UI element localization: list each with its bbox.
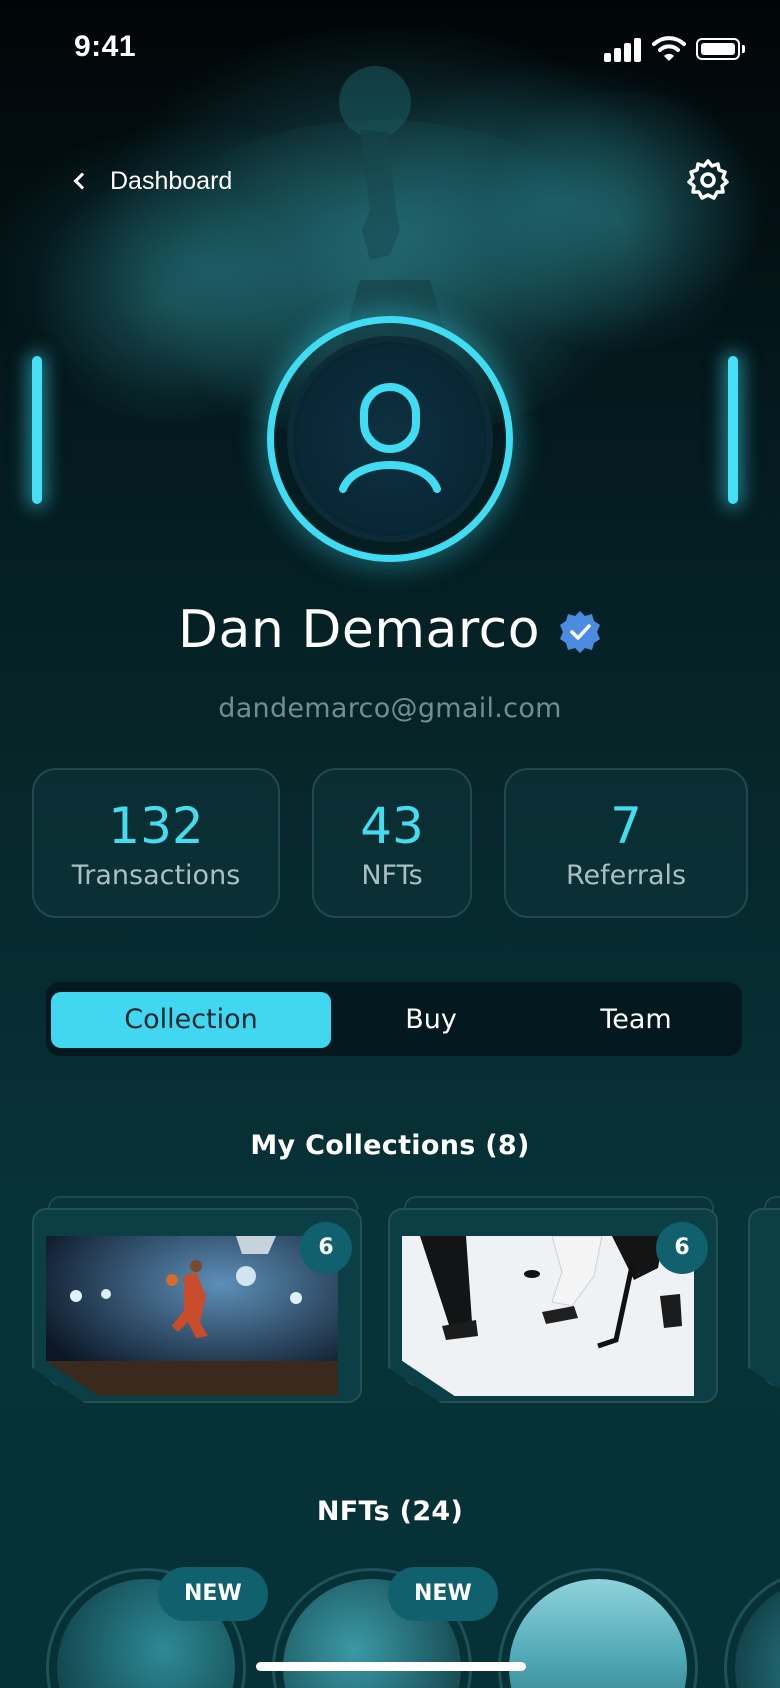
- collection-count-badge: 6: [656, 1222, 708, 1274]
- verified-badge-icon: [560, 611, 601, 653]
- glow-bar-left: [32, 356, 42, 504]
- profile-name: Dan Demarco: [177, 600, 541, 660]
- new-badge: NEW: [388, 1567, 498, 1621]
- collection-card[interactable]: 6: [32, 1196, 362, 1411]
- tab-collection[interactable]: Collection: [51, 992, 331, 1048]
- stat-nfts[interactable]: 43 NFTs: [312, 768, 472, 918]
- stat-label: Transactions: [71, 860, 241, 891]
- settings-gear-icon[interactable]: [686, 158, 730, 202]
- home-indicator[interactable]: [256, 1662, 526, 1671]
- nft-image: [509, 1579, 687, 1688]
- avatar-inner-ring: [287, 336, 493, 542]
- back-label: Dashboard: [110, 166, 233, 195]
- stat-value: 7: [610, 797, 642, 855]
- battery-icon: [696, 38, 745, 60]
- profile-name-row: Dan Demarco: [0, 600, 780, 660]
- glow-bar-right: [728, 356, 738, 504]
- ice-hockey-image: [402, 1236, 694, 1396]
- basketball-dunk-image: [46, 1236, 338, 1396]
- nfts-title: NFTs (24): [316, 1496, 464, 1527]
- stat-value: 43: [360, 797, 424, 855]
- user-icon: [339, 383, 441, 493]
- smoke-cloud: [20, 180, 320, 420]
- new-badge: NEW: [158, 1567, 268, 1621]
- stat-transactions[interactable]: 132 Transactions: [32, 768, 280, 918]
- stat-label: NFTs: [361, 860, 423, 891]
- stat-value: 132: [108, 797, 204, 855]
- collection-card[interactable]: [748, 1196, 780, 1411]
- profile-email: dandemarco@gmail.com: [218, 693, 562, 724]
- smoke-cloud: [470, 90, 770, 350]
- avatar[interactable]: [267, 316, 513, 562]
- athlete-silhouette: [339, 66, 450, 350]
- collection-card[interactable]: 6: [388, 1196, 718, 1411]
- collections-title: My Collections (8): [250, 1130, 530, 1161]
- collection-count-badge: 6: [300, 1222, 352, 1274]
- stat-label: Referrals: [565, 860, 687, 891]
- nft-item[interactable]: [724, 1568, 780, 1688]
- wifi-icon: [652, 36, 686, 61]
- card-frame: [748, 1208, 780, 1403]
- tab-team[interactable]: Team: [536, 992, 736, 1048]
- profile-screen: 9:41 Dashboard Dan Demarco dandemarco@gm…: [0, 0, 780, 1688]
- cellular-signal-icon: [604, 38, 642, 62]
- status-time: 9:41: [74, 30, 137, 63]
- nft-item[interactable]: [498, 1568, 698, 1688]
- tab-buy[interactable]: Buy: [336, 992, 526, 1048]
- stat-referrals[interactable]: 7 Referrals: [504, 768, 748, 918]
- chevron-left-icon: [73, 172, 91, 190]
- nft-image: [735, 1579, 780, 1688]
- segmented-tabs: Collection Buy Team: [46, 982, 742, 1056]
- back-button[interactable]: Dashboard: [72, 162, 232, 200]
